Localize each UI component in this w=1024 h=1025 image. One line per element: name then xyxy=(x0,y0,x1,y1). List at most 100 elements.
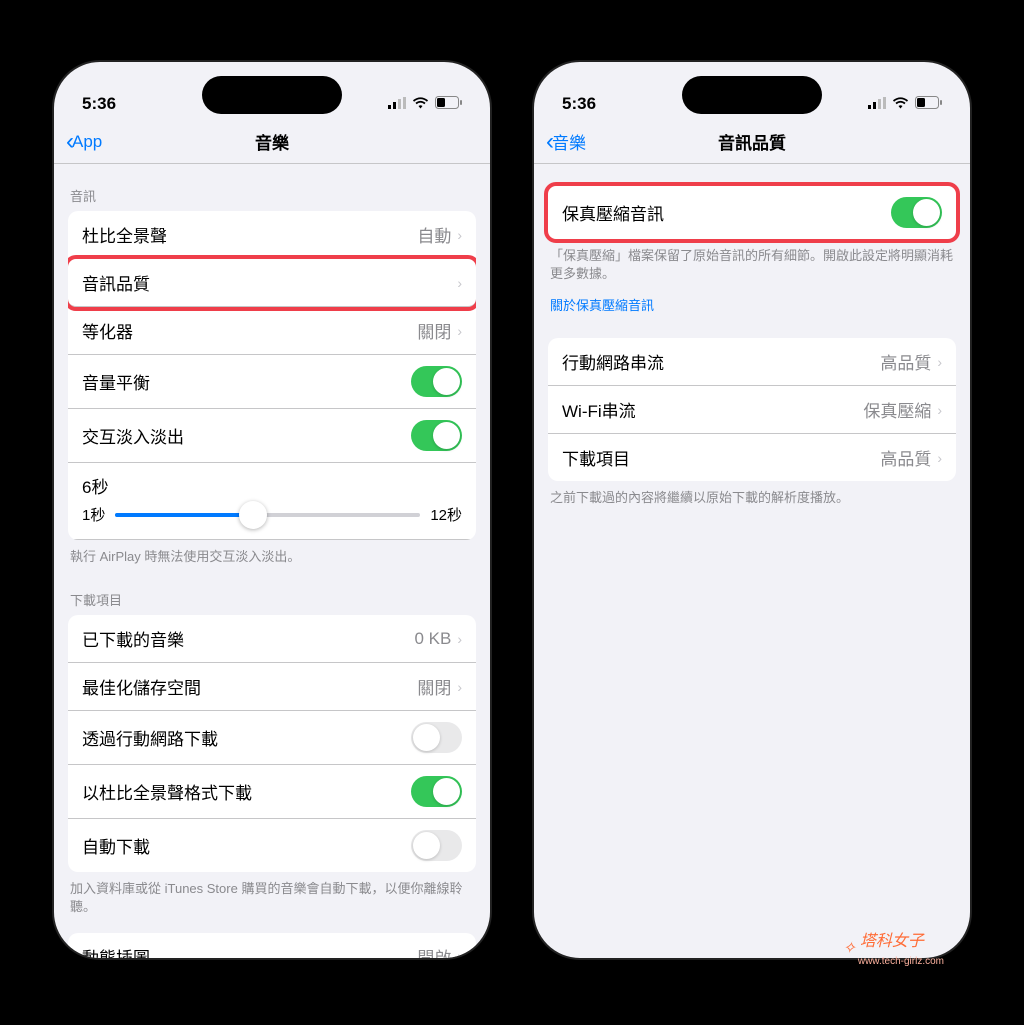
slider-max-label: 12秒 xyxy=(430,504,462,525)
battery-icon xyxy=(915,94,942,114)
status-indicators xyxy=(868,94,942,114)
row-downloads[interactable]: 下載項目 高品質› xyxy=(548,434,956,481)
wifi-icon xyxy=(412,94,429,114)
row-optimize-storage[interactable]: 最佳化儲存空間 關閉› xyxy=(68,663,476,711)
row-label: 保真壓縮音訊 xyxy=(562,200,664,225)
row-wifi-streaming[interactable]: Wi-Fi串流 保真壓縮› xyxy=(548,386,956,434)
row-label: Wi-Fi串流 xyxy=(562,397,636,422)
row-dolby-atmos[interactable]: 杜比全景聲 自動› xyxy=(68,211,476,259)
row-detail: 高品質› xyxy=(880,349,942,374)
toggle-auto-download[interactable] xyxy=(411,830,462,861)
nav-title: 音樂 xyxy=(54,129,490,154)
row-label: 音量平衡 xyxy=(82,369,150,394)
section-header-download: 下載項目 xyxy=(54,568,490,615)
row-auto-download[interactable]: 自動下載 xyxy=(68,819,476,872)
row-cellular-download[interactable]: 透過行動網路下載 xyxy=(68,711,476,765)
toggle-lossless-audio[interactable] xyxy=(891,197,942,228)
chevron-right-icon: › xyxy=(457,679,462,695)
settings-content[interactable]: 保真壓縮音訊 「保真壓縮」檔案保留了原始音訊的所有細節。開啟此設定將明顯消耗更多… xyxy=(534,164,970,958)
row-volume-balance[interactable]: 音量平衡 xyxy=(68,355,476,409)
signal-icon xyxy=(868,94,886,114)
toggle-dolby-download[interactable] xyxy=(411,776,462,807)
wifi-icon xyxy=(892,94,909,114)
chevron-right-icon: › xyxy=(457,323,462,339)
nav-back-button[interactable]: ‹ 音樂 xyxy=(546,128,586,156)
row-crossfade-slider: 6秒 1秒 12秒 xyxy=(68,463,476,540)
nav-title: 音訊品質 xyxy=(534,129,970,154)
row-detail: 關閉› xyxy=(417,674,462,699)
row-eq[interactable]: 等化器 關閉› xyxy=(68,307,476,355)
chevron-right-icon: › xyxy=(457,227,462,243)
settings-content[interactable]: 音訊 杜比全景聲 自動› 音訊品質 › 等化器 關閉› 音量 xyxy=(54,164,490,958)
chevron-right-icon: › xyxy=(457,275,462,291)
section-footer-streaming: 之前下載過的內容將繼續以原始下載的解析度播放。 xyxy=(534,481,970,509)
row-label: 最佳化儲存空間 xyxy=(82,674,201,699)
watermark-url: www.tech-girlz.com xyxy=(858,956,944,967)
nav-back-button[interactable]: ‹ App xyxy=(66,128,102,156)
section-footer-audio: 執行 AirPlay 時無法使用交互淡入淡出。 xyxy=(54,540,490,568)
section-header-audio: 音訊 xyxy=(54,164,490,211)
section-footer-download: 加入資料庫或從 iTunes Store 購買的音樂會自動下載，以便你離線聆聽。 xyxy=(54,872,490,918)
chevron-right-icon: › xyxy=(457,948,462,958)
nav-back-label: 音樂 xyxy=(552,129,586,154)
row-cellular-streaming[interactable]: 行動網路串流 高品質› xyxy=(548,338,956,386)
chevron-right-icon: › xyxy=(937,402,942,418)
nav-bar: ‹ App 音樂 xyxy=(54,120,490,164)
row-label: 交互淡入淡出 xyxy=(82,423,184,448)
row-animated-art[interactable]: 動態插圖 開啟› xyxy=(68,933,476,958)
row-detail: 自動› xyxy=(417,222,462,247)
phone-left-screen: 5:36 ‹ App 音樂 音訊 xyxy=(52,60,492,960)
status-time: 5:36 xyxy=(82,94,116,114)
row-label: 行動網路串流 xyxy=(562,349,664,374)
row-label: 等化器 xyxy=(82,318,133,343)
toggle-cellular-download[interactable] xyxy=(411,722,462,753)
row-label: 動態插圖 xyxy=(82,944,150,958)
dynamic-island xyxy=(682,76,822,114)
row-label: 透過行動網路下載 xyxy=(82,725,218,750)
status-indicators xyxy=(388,94,462,114)
toggle-volume-balance[interactable] xyxy=(411,366,462,397)
group-lossless: 保真壓縮音訊 xyxy=(548,186,956,239)
phone-right: 5:36 ‹ 音樂 音訊品質 xyxy=(522,50,982,970)
group-audio: 杜比全景聲 自動› 音訊品質 › 等化器 關閉› 音量平衡 xyxy=(68,211,476,540)
battery-icon xyxy=(435,94,462,114)
row-detail: 保真壓縮› xyxy=(863,397,942,422)
row-detail: › xyxy=(457,275,462,291)
section-footer-lossless: 「保真壓縮」檔案保留了原始音訊的所有細節。開啟此設定將明顯消耗更多數據。 xyxy=(534,239,970,285)
chevron-right-icon: › xyxy=(457,631,462,647)
row-lossless-audio[interactable]: 保真壓縮音訊 xyxy=(548,186,956,239)
slider-min-label: 1秒 xyxy=(82,504,105,525)
group-animation: 動態插圖 開啟› xyxy=(68,933,476,958)
group-streaming: 行動網路串流 高品質› Wi-Fi串流 保真壓縮› 下載項目 高品質› xyxy=(548,338,956,481)
row-detail: 高品質› xyxy=(880,445,942,470)
row-detail: 關閉› xyxy=(417,318,462,343)
row-audio-quality[interactable]: 音訊品質 › xyxy=(68,259,476,307)
row-label: 下載項目 xyxy=(562,445,630,470)
phone-left: 5:36 ‹ App 音樂 音訊 xyxy=(42,50,502,970)
phone-right-screen: 5:36 ‹ 音樂 音訊品質 xyxy=(532,60,972,960)
crossfade-slider[interactable] xyxy=(115,513,420,517)
sparkle-icon: ✧ xyxy=(842,938,855,958)
row-label: 自動下載 xyxy=(82,833,150,858)
slider-thumb[interactable] xyxy=(239,501,267,529)
row-detail: 0 KB› xyxy=(414,629,462,649)
watermark-text: 塔科女子 xyxy=(860,933,924,950)
row-crossfade[interactable]: 交互淡入淡出 xyxy=(68,409,476,463)
nav-bar: ‹ 音樂 音訊品質 xyxy=(534,120,970,164)
watermark: ✧ 塔科女子 www.tech-girlz.com xyxy=(842,927,944,969)
link-about-lossless[interactable]: 關於保真壓縮音訊 xyxy=(534,285,970,316)
nav-back-label: App xyxy=(72,132,102,152)
toggle-crossfade[interactable] xyxy=(411,420,462,451)
row-dolby-download[interactable]: 以杜比全景聲格式下載 xyxy=(68,765,476,819)
chevron-right-icon: › xyxy=(937,354,942,370)
signal-icon xyxy=(388,94,406,114)
status-time: 5:36 xyxy=(562,94,596,114)
row-detail: 開啟› xyxy=(417,944,462,958)
dynamic-island xyxy=(202,76,342,114)
chevron-right-icon: › xyxy=(937,450,942,466)
row-label: 音訊品質 xyxy=(82,270,150,295)
row-label: 已下載的音樂 xyxy=(82,626,184,651)
row-label: 以杜比全景聲格式下載 xyxy=(82,779,252,804)
row-downloaded-music[interactable]: 已下載的音樂 0 KB› xyxy=(68,615,476,663)
slider-current-value: 6秒 xyxy=(82,473,462,498)
